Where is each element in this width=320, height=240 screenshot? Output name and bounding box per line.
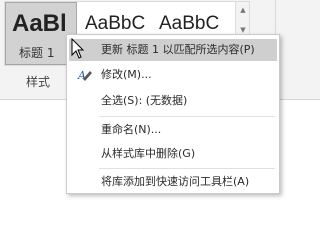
style-sample: AaBl [12,10,67,37]
menu-item-label: 全选(S): (无数据) [101,94,188,107]
menu-separator [99,116,275,117]
style-sample: AaBbC [159,13,220,34]
modify-style-icon: A [77,69,92,82]
context-menu: 更新 标题 1 以匹配所选内容(P) A 修改(M)... 全选(S): (无数… [66,34,280,194]
menu-item-remove-from-gallery[interactable]: 从样式库中删除(G) [69,143,277,165]
style-sample: AaBbC [85,13,146,34]
menu-item-label: 修改(M)... [101,68,152,81]
menu-item-label: 重命名(N)... [101,123,162,136]
style-tile-label: 标题 1 [19,46,55,60]
mouse-pointer-icon [71,38,85,59]
menu-separator [99,168,275,169]
menu-item-label: 将库添加到快速访问工具栏(A) [101,175,250,188]
scroll-down-icon[interactable]: ▼ [239,26,247,34]
menu-item-select-all[interactable]: 全选(S): (无数据) [69,90,277,112]
menu-item-label: 从样式库中删除(G) [101,147,196,160]
scroll-up-icon[interactable]: ▲ [239,6,247,14]
menu-item-modify[interactable]: A 修改(M)... [69,64,277,86]
menu-item-rename[interactable]: 重命名(N)... [69,119,277,141]
menu-item-label: 更新 标题 1 以匹配所选内容(P) [101,43,255,56]
styles-group-label: 样式 [26,75,51,89]
menu-item-update-to-match[interactable]: 更新 标题 1 以匹配所选内容(P) [69,39,277,61]
menu-item-add-to-quick-access[interactable]: 将库添加到快速访问工具栏(A) [69,171,277,193]
